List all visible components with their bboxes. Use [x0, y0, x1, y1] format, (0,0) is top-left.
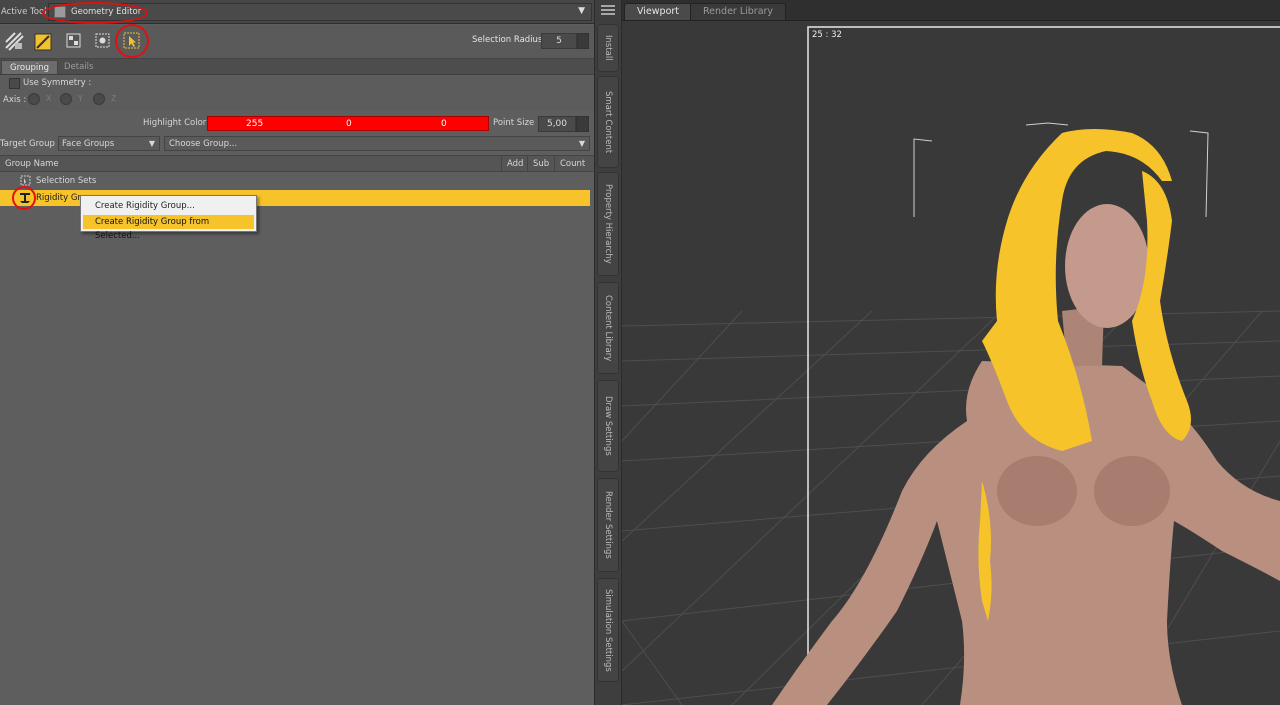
column-count[interactable]: Count [554, 156, 590, 171]
viewport-tabs: Viewport Render Library [622, 0, 1280, 21]
point-size-field[interactable]: 5,00 [538, 116, 576, 132]
group-table-header: Group Name Add Sub Count [0, 155, 594, 172]
axis-z-label: Z [111, 94, 117, 103]
highlight-color-label: Highlight Color : [143, 118, 212, 128]
axis-x-radio[interactable] [28, 93, 40, 105]
symmetry-section: Use Symmetry : Axis : X Y Z [0, 76, 594, 110]
rigidity-group-icon [18, 192, 32, 204]
side-tab-draw-settings[interactable]: Draw Settings [597, 380, 619, 472]
panel-menu-icon[interactable] [599, 4, 617, 16]
pane-tabs: Grouping Details [0, 59, 594, 75]
use-symmetry-checkbox[interactable] [9, 78, 20, 89]
side-tab-simulation-settings[interactable]: Simulation Settings [597, 578, 619, 682]
geometry-editor-pane: Active Tool : Geometry Editor ▼ Selectio… [0, 0, 594, 705]
side-tab-smart-content[interactable]: Smart Content [597, 76, 619, 168]
figure-shading [997, 456, 1077, 526]
choose-group-value: Choose Group... [169, 139, 238, 149]
target-group-dropdown[interactable]: Face Groups ▼ [58, 136, 160, 151]
side-tab-strip: Install Smart Content Property Hierarchy… [594, 0, 622, 705]
side-tab-install[interactable]: Install [597, 24, 619, 72]
context-menu: Create Rigidity Group... Create Rigidity… [80, 195, 257, 241]
point-size-label: Point Size : [493, 118, 540, 128]
active-tool-dropdown[interactable]: Geometry Editor ▼ [48, 3, 592, 21]
highlight-row: Highlight Color : 255 0 0 Point Size : 5… [0, 112, 594, 134]
active-tool-value: Geometry Editor [71, 7, 142, 17]
axis-x-label: X [46, 94, 52, 103]
spot-render-icon[interactable] [92, 30, 114, 52]
figure-shading [1094, 456, 1170, 526]
axis-z-radio[interactable] [93, 93, 105, 105]
highlight-color-swatch[interactable]: 255 0 0 [207, 116, 489, 131]
selection-radius-field[interactable]: 5 [541, 33, 577, 49]
point-size-stepper[interactable] [576, 116, 589, 132]
tool-icons-row: Selection Radius : 5 [0, 25, 594, 59]
row-label: Selection Sets [36, 176, 97, 186]
geometry-editor-icon[interactable] [33, 30, 55, 52]
column-sub[interactable]: Sub [527, 156, 554, 171]
tab-grouping[interactable]: Grouping [1, 60, 59, 74]
axis-label: Axis : [3, 95, 27, 105]
target-group-value: Face Groups [62, 139, 115, 149]
use-symmetry-label: Use Symmetry : [23, 78, 92, 88]
side-tab-property-hierarchy[interactable]: Property Hierarchy [597, 172, 619, 276]
selection-radius-stepper[interactable] [577, 33, 589, 49]
region-nav-icon[interactable] [63, 30, 85, 52]
table-row[interactable]: Selection Sets [0, 173, 594, 189]
target-group-label: Target Group : [0, 139, 61, 149]
highlight-b-value: 0 [441, 119, 447, 129]
column-group-name[interactable]: Group Name [5, 159, 59, 169]
column-add[interactable]: Add [501, 156, 527, 171]
axis-y-label: Y [78, 94, 83, 103]
selection-tool-icon[interactable] [121, 30, 143, 52]
tab-viewport[interactable]: Viewport [624, 3, 693, 20]
active-tool-label: Active Tool : [1, 7, 53, 17]
highlight-g-value: 0 [346, 119, 352, 129]
side-tab-render-settings[interactable]: Render Settings [597, 478, 619, 572]
chevron-down-icon: ▼ [148, 139, 155, 148]
selection-sets-icon [20, 175, 32, 186]
chevron-down-icon[interactable]: ▼ [578, 6, 585, 16]
axis-y-radio[interactable] [60, 93, 72, 105]
menu-item-create-rigidity-group-from-selected[interactable]: Create Rigidity Group from Selected... [83, 215, 254, 241]
selection-radius-label: Selection Radius : [472, 35, 548, 45]
menu-item-create-rigidity-group[interactable]: Create Rigidity Group... [83, 199, 254, 213]
highlight-r-value: 255 [246, 119, 264, 129]
aspect-ratio-label: 25 : 32 [812, 30, 842, 40]
geometry-editor-icon [54, 6, 66, 18]
side-tab-content-library[interactable]: Content Library [597, 282, 619, 374]
tab-render-library[interactable]: Render Library [690, 3, 787, 20]
chevron-down-icon: ▼ [578, 139, 585, 148]
viewport-pane: Viewport Render Library 25: 32 [622, 0, 1280, 705]
scene-render [622, 21, 1280, 705]
target-group-row: Target Group : Face Groups ▼ Choose Grou… [0, 135, 594, 153]
figure-face [1065, 204, 1149, 328]
active-tool-row: Active Tool : Geometry Editor ▼ [0, 0, 594, 24]
node-weight-brush-icon[interactable] [3, 30, 25, 52]
3d-scene[interactable]: 25 : 32 [622, 21, 1280, 705]
tab-details[interactable]: Details [56, 60, 101, 74]
choose-group-dropdown[interactable]: Choose Group... ▼ [164, 136, 590, 151]
